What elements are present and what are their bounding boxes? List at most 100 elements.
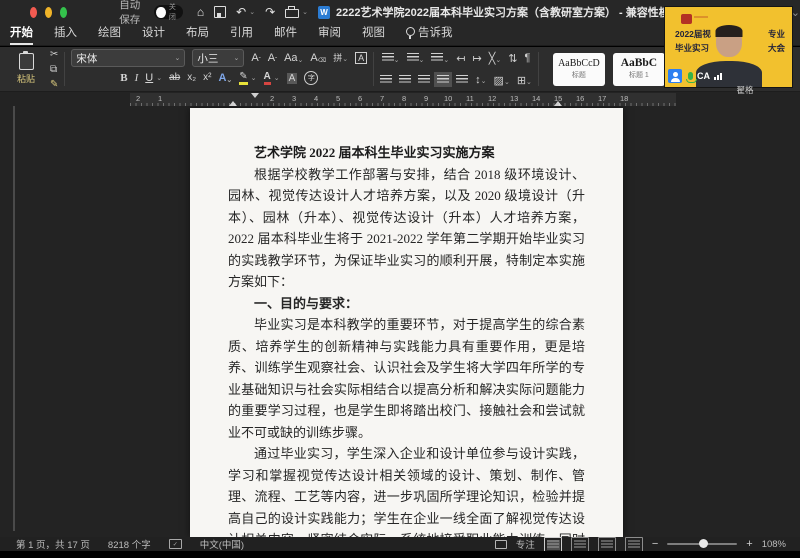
line-spacing-icon[interactable]: ↕⌄: [475, 74, 486, 86]
tab-layout[interactable]: 布局: [186, 24, 209, 45]
character-shading-icon[interactable]: A: [287, 73, 298, 84]
style-card-heading1[interactable]: AaBbC 标题 1: [613, 53, 665, 86]
draft-view-button[interactable]: [625, 537, 643, 552]
paste-label: 粘贴: [17, 72, 35, 85]
ruler-number: 8: [402, 94, 406, 103]
zoom-out-button[interactable]: −: [652, 538, 658, 550]
format-painter-icon[interactable]: ✎: [50, 79, 58, 90]
underline-button[interactable]: U: [145, 73, 153, 84]
zoom-level[interactable]: 108%: [762, 539, 786, 550]
sort-icon[interactable]: ⇅: [508, 52, 517, 65]
phonetic-guide-icon[interactable]: 拼⌄: [333, 54, 348, 63]
focus-label[interactable]: 专注: [516, 537, 535, 551]
text-effects-icon[interactable]: A⌄: [218, 73, 232, 84]
video-call-overlay[interactable]: 2022届视 专业 毕业实习 大会 CA: [664, 6, 793, 88]
word-window: 自动保存 关闭 ⌂ ↶ ⌄ ↷ ⌄ W 2222艺术学院2022届本科毕业实习方…: [0, 0, 800, 558]
tab-review[interactable]: 审阅: [318, 24, 341, 45]
language-status[interactable]: 中文(中国): [200, 537, 244, 551]
minimize-window-button[interactable]: [45, 7, 52, 18]
subscript-button[interactable]: x₂: [187, 73, 196, 83]
shading-icon[interactable]: ▨⌄: [494, 74, 510, 87]
clear-formatting-icon[interactable]: A⌫: [310, 53, 326, 64]
style-card-title[interactable]: AaBbCcD 标题: [553, 53, 605, 86]
increase-indent-icon[interactable]: ↦: [473, 52, 482, 65]
tab-home[interactable]: 开始: [10, 24, 33, 45]
tab-draw[interactable]: 绘图: [98, 24, 121, 45]
participant-icon[interactable]: [668, 69, 682, 83]
outline-view-button[interactable]: [598, 537, 616, 552]
close-window-button[interactable]: [30, 7, 37, 18]
align-left-button[interactable]: [380, 71, 392, 89]
first-line-indent-marker[interactable]: [251, 93, 259, 98]
fullscreen-window-button[interactable]: [60, 7, 67, 18]
italic-button[interactable]: I: [135, 73, 139, 84]
character-border-icon[interactable]: A: [355, 52, 367, 64]
change-case-button[interactable]: Aa⌄: [284, 53, 303, 64]
font-name-select[interactable]: 宋体⌄: [71, 49, 185, 67]
page-info[interactable]: 第 1 页，共 17 页: [16, 537, 90, 551]
document-page[interactable]: 艺术学院 2022 届本科生毕业实习实施方案 根据学校教学工作部署与安排，结合 …: [190, 108, 623, 537]
tab-view[interactable]: 视图: [362, 24, 385, 45]
vertical-ruler: [13, 106, 15, 531]
document-paragraph[interactable]: 根据学校教学工作部署与安排，结合 2018 级环境设计、园林、视觉传达设计人才培…: [228, 164, 585, 293]
document-paragraph[interactable]: 毕业实习是本科教学的重要环节，对于提高学生的综合素质、培养学生的创新精神与实践能…: [228, 314, 585, 443]
bullet-list-icon: [382, 53, 394, 62]
strikethrough-button[interactable]: ab: [169, 73, 180, 83]
undo-chevron-icon[interactable]: ⌄: [249, 8, 255, 16]
redo-icon[interactable]: ↷: [265, 5, 275, 19]
numbered-list-button[interactable]: ⌄: [407, 49, 425, 67]
tab-references[interactable]: 引用: [230, 24, 253, 45]
decrease-indent-icon[interactable]: ↤: [456, 52, 465, 65]
undo-icon[interactable]: ↶: [236, 5, 246, 19]
document-title[interactable]: 艺术学院 2022 届本科生毕业实习实施方案: [228, 142, 585, 164]
grow-font-button[interactable]: Aˆ: [251, 53, 260, 64]
tab-design[interactable]: 设计: [142, 24, 165, 45]
tab-mailings[interactable]: 邮件: [274, 24, 297, 45]
print-icon[interactable]: [285, 9, 299, 18]
save-icon[interactable]: [214, 6, 226, 18]
word-doc-icon: W: [318, 6, 330, 19]
enclose-characters-icon[interactable]: 字: [304, 71, 318, 85]
print-layout-view-button[interactable]: [544, 537, 562, 552]
screen-bottom-band: [0, 551, 800, 558]
cut-icon[interactable]: ✂: [50, 49, 58, 60]
superscript-button[interactable]: x²: [203, 73, 211, 83]
document-heading[interactable]: 一、目的与要求：: [228, 293, 585, 315]
font-group: 宋体⌄ 小三⌄ Aˆ Aˇ Aa⌄ A⌫ 拼⌄ A B I U⌄ ab x₂ x…: [65, 49, 373, 89]
paragraph-mark-icon[interactable]: ¶: [524, 52, 530, 64]
document-canvas: 艺术学院 2022 届本科生毕业实习实施方案 根据学校教学工作部署与安排，结合 …: [0, 92, 800, 537]
horizontal-ruler[interactable]: 2 1 2 3 4 5 6 7 8 9 10 11 12 13 14 15 16…: [130, 93, 676, 106]
bold-button[interactable]: B: [120, 73, 127, 84]
distribute-button[interactable]: [456, 71, 468, 89]
shrink-font-button[interactable]: Aˇ: [268, 53, 277, 64]
font-color-icon[interactable]: A: [264, 71, 271, 85]
asian-layout-icon[interactable]: ╳⌄: [489, 52, 502, 65]
home-icon[interactable]: ⌂: [197, 5, 204, 19]
quick-access-chevron-icon[interactable]: ⌄: [302, 8, 308, 16]
multilevel-list-button[interactable]: ⌄: [431, 49, 449, 67]
align-right-button[interactable]: [418, 71, 430, 89]
multilevel-list-icon: [431, 53, 443, 62]
zoom-in-button[interactable]: +: [746, 538, 752, 550]
proofing-icon[interactable]: ✓: [169, 539, 182, 549]
autosave-toggle[interactable]: 关闭: [154, 5, 183, 19]
font-size-select[interactable]: 小三⌄: [192, 49, 244, 67]
bullet-list-button[interactable]: ⌄: [382, 49, 400, 67]
paste-button[interactable]: 粘贴: [6, 53, 46, 85]
tab-tell-me[interactable]: 告诉我: [406, 24, 453, 45]
tab-insert[interactable]: 插入: [54, 24, 77, 45]
web-layout-view-button[interactable]: [571, 537, 589, 552]
copy-icon[interactable]: ⧉: [50, 64, 58, 75]
zoom-slider[interactable]: [667, 543, 737, 545]
word-count[interactable]: 8218 个字: [108, 537, 151, 551]
zoom-slider-thumb[interactable]: [699, 539, 708, 548]
align-center-button[interactable]: [399, 71, 411, 89]
microphone-icon[interactable]: [688, 72, 693, 80]
borders-icon[interactable]: ⊞⌄: [517, 74, 532, 87]
focus-mode-icon[interactable]: [495, 540, 507, 549]
document-paragraph[interactable]: 通过毕业实习，学生深入企业和设计单位参与设计实践，学习和掌握视觉传达设计相关领域…: [228, 443, 585, 537]
highlight-color-icon[interactable]: ✎: [239, 71, 247, 85]
ruler-number: 16: [576, 94, 584, 103]
justify-button[interactable]: [437, 71, 449, 89]
autosave-state: 关闭: [169, 2, 181, 22]
